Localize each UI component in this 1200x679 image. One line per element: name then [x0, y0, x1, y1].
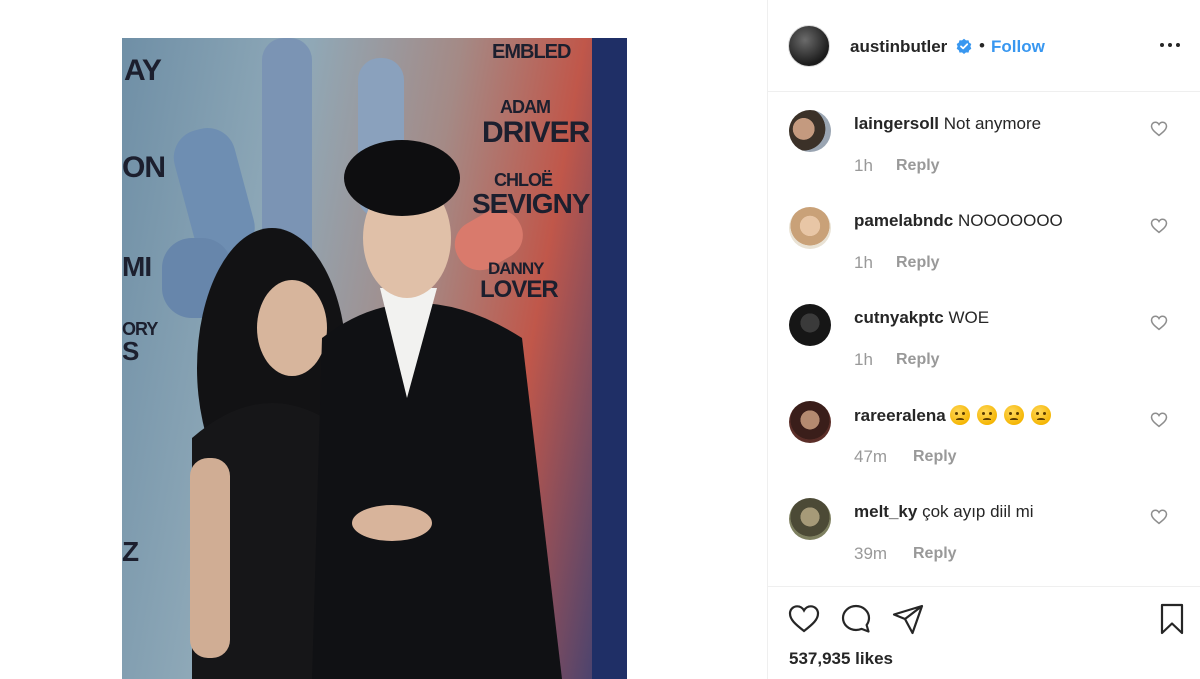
like-comment-heart-icon[interactable]	[1150, 120, 1168, 138]
comment-username[interactable]: pamelabndc	[854, 211, 953, 230]
crying-face-emoji-icon	[1003, 405, 1024, 425]
author-avatar[interactable]	[788, 25, 830, 67]
poster-text-5: SEVIGNY	[472, 188, 590, 219]
comment-item: pamelabndc NOOOOOOO 1h Reply	[768, 190, 1200, 287]
reply-button[interactable]: Reply	[896, 254, 940, 272]
comment-username[interactable]: laingersoll	[854, 114, 939, 133]
poster-text-1: EMBLED	[492, 41, 571, 63]
follow-button[interactable]: Follow	[991, 37, 1045, 57]
verified-badge-icon	[956, 38, 972, 54]
comment-text: Not anymore	[943, 114, 1042, 133]
poster-text-7: LOVER	[480, 276, 559, 303]
comment-time[interactable]: 39m	[854, 544, 887, 564]
poster-text-10: MI	[122, 251, 152, 282]
poster-text-9: ON	[122, 151, 166, 184]
comment-item: cutnyakptc WOE 1h Reply	[768, 287, 1200, 384]
comment-time[interactable]: 47m	[854, 447, 887, 467]
post-header: austinbutler • Follow	[768, 0, 1200, 92]
post-side-panel: austinbutler • Follow laingersoll Not an…	[768, 0, 1200, 679]
comment-text: çok ayıp diil mi	[922, 502, 1034, 521]
like-comment-heart-icon[interactable]	[1150, 508, 1168, 526]
comment-avatar[interactable]	[789, 110, 831, 152]
comment-time[interactable]: 1h	[854, 253, 873, 273]
comment-item: melt_ky çok ayıp diil mi 39m Reply	[768, 481, 1200, 578]
poster-text-8: AY	[124, 54, 162, 87]
bookmark-icon[interactable]	[1155, 602, 1189, 636]
heart-icon[interactable]	[787, 602, 821, 636]
reply-button[interactable]: Reply	[896, 157, 940, 175]
comment-avatar[interactable]	[789, 304, 831, 346]
comment-icon[interactable]	[839, 602, 873, 636]
comments-list: laingersoll Not anymore 1h Reply pamelab…	[768, 93, 1200, 586]
comment-username[interactable]: cutnyakptc	[854, 308, 944, 327]
post-photo[interactable]: EMBLED ADAM DRIVER CHLOË SEVIGNY DANNY L…	[122, 38, 627, 679]
poster-text-12: S	[122, 336, 139, 366]
comment-avatar[interactable]	[789, 498, 831, 540]
comment-avatar[interactable]	[789, 401, 831, 443]
author-username[interactable]: austinbutler	[850, 37, 947, 57]
post-actions-bar: 537,935 likes	[768, 586, 1200, 679]
sad-face-emoji-icon	[950, 405, 971, 425]
poster-text-4: CHLOË	[494, 170, 553, 190]
like-comment-heart-icon[interactable]	[1150, 314, 1168, 332]
reply-button[interactable]: Reply	[896, 351, 940, 369]
comment-item: rareeralena 47m Reply	[768, 384, 1200, 481]
comment-line: melt_ky çok ayıp diil mi	[854, 502, 1034, 522]
comment-line: rareeralena	[854, 405, 1053, 426]
comment-avatar[interactable]	[789, 207, 831, 249]
likes-count[interactable]: 537,935 likes	[789, 649, 893, 669]
poster-text-2: ADAM	[500, 97, 551, 117]
comment-text: NOOOOOOO	[957, 211, 1063, 230]
like-comment-heart-icon[interactable]	[1150, 217, 1168, 235]
sad-face-emoji-icon	[977, 405, 998, 425]
comment-time[interactable]: 1h	[854, 156, 873, 176]
poster-text-3: DRIVER	[482, 116, 590, 149]
crying-face-emoji-icon	[1030, 405, 1051, 425]
comment-line: cutnyakptc WOE	[854, 308, 989, 328]
separator-dot: •	[979, 36, 985, 55]
media-area: EMBLED ADAM DRIVER CHLOË SEVIGNY DANNY L…	[0, 0, 767, 679]
like-comment-heart-icon[interactable]	[1150, 411, 1168, 429]
comment-username[interactable]: melt_ky	[854, 502, 917, 521]
more-options-icon[interactable]	[1160, 38, 1184, 52]
comment-emojis	[950, 405, 1052, 425]
share-icon[interactable]	[891, 602, 925, 636]
reply-button[interactable]: Reply	[913, 448, 957, 466]
comment-time[interactable]: 1h	[854, 350, 873, 370]
comment-username[interactable]: rareeralena	[854, 406, 946, 425]
comment-text: WOE	[948, 308, 990, 327]
poster-text-13: Z	[122, 536, 139, 567]
poster-text-6: DANNY	[488, 259, 544, 278]
reply-button[interactable]: Reply	[913, 545, 957, 563]
comment-line: laingersoll Not anymore	[854, 114, 1041, 134]
comment-item: laingersoll Not anymore 1h Reply	[768, 93, 1200, 190]
comment-line: pamelabndc NOOOOOOO	[854, 211, 1063, 231]
